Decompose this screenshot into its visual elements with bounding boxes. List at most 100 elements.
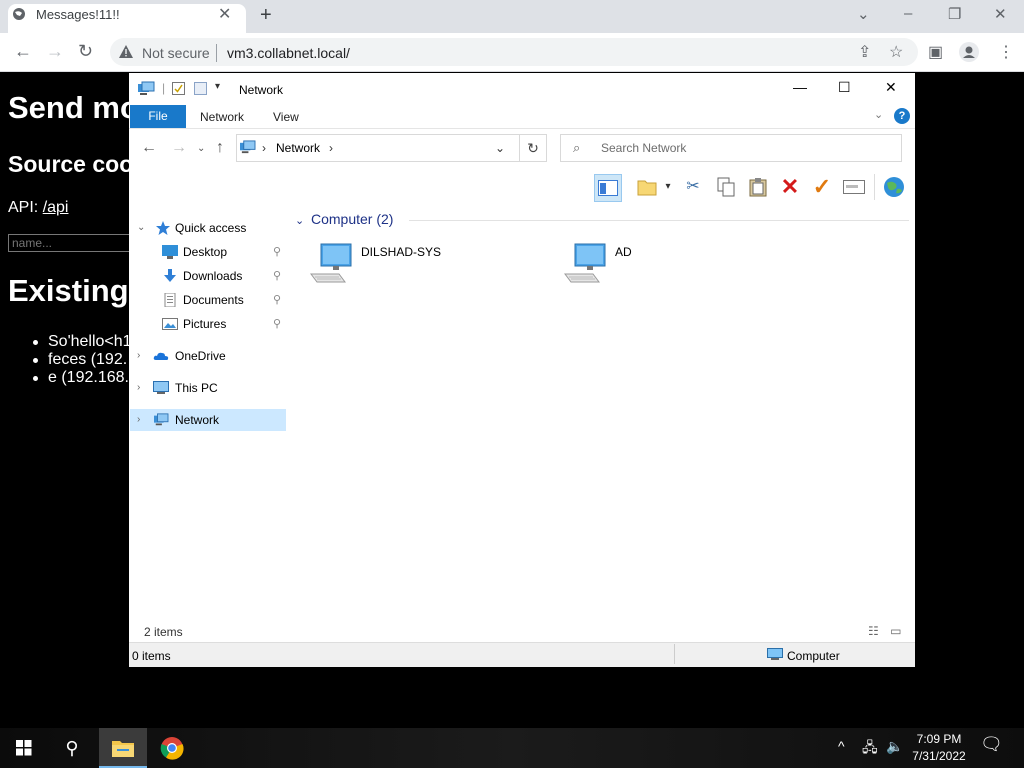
sidebar-item-desktop[interactable]: Desktop ⚲ [129, 241, 289, 263]
recent-locations-icon[interactable]: ⌄ [197, 143, 205, 154]
computer-icon [153, 381, 169, 394]
forward-icon[interactable]: → [46, 41, 64, 62]
help-icon[interactable]: ? [894, 108, 910, 124]
side-panel-icon[interactable]: ▣ [928, 42, 943, 62]
expand-chevron-icon[interactable]: › [137, 345, 140, 367]
sidebar-item-label: Network [175, 413, 220, 427]
breadcrumb-separator-icon[interactable]: › [262, 141, 266, 155]
maximize-icon[interactable]: ☐ [838, 79, 851, 96]
forward-icon[interactable]: → [171, 139, 187, 157]
group-header[interactable]: Computer (2) [311, 211, 393, 227]
breadcrumb-chevron-icon[interactable]: › [329, 141, 333, 155]
large-icons-view-icon[interactable]: ▭ [890, 624, 901, 638]
network-icon [154, 413, 169, 426]
back-icon[interactable]: ← [141, 139, 157, 157]
warning-icon[interactable] [118, 44, 134, 60]
star-icon [156, 221, 170, 235]
security-label[interactable]: Not secure [142, 45, 210, 61]
sidebar-item-label: This PC [175, 381, 218, 395]
titlebar-divider: | [162, 81, 166, 95]
computer-name: AD [615, 245, 632, 259]
network-icon [138, 81, 155, 95]
sidebar-item-label: Desktop [183, 245, 228, 259]
minimize-icon[interactable]: — [793, 79, 807, 95]
api-link[interactable]: /api [43, 199, 69, 216]
toolbar-divider [874, 174, 875, 200]
delete-icon[interactable]: ✕ [777, 174, 803, 200]
share-icon[interactable]: ⇪ [858, 42, 871, 62]
copy-icon[interactable] [713, 174, 739, 200]
globe-icon[interactable] [881, 174, 907, 200]
close-window-icon[interactable]: ✕ [994, 5, 1007, 23]
view-toggle: ☷ ▭ [868, 624, 901, 638]
breadcrumb[interactable]: Network [276, 141, 320, 155]
sidebar-item-downloads[interactable]: Downloads ⚲ [129, 265, 289, 287]
preview-pane-icon[interactable] [594, 174, 622, 202]
clock-date[interactable]: 7/31/2022 [910, 749, 968, 763]
back-icon[interactable]: ← [14, 41, 32, 62]
refresh-button[interactable]: ↻ [519, 134, 547, 162]
message-list: So'hello<h1 feces (192. e (192.168. [33, 333, 132, 387]
minimize-icon[interactable]: – [904, 5, 912, 22]
network-status-icon[interactable]: 🖧 [862, 737, 878, 761]
volume-icon[interactable]: 🔈 [886, 738, 903, 755]
cut-icon[interactable]: ✂ [680, 174, 706, 200]
address-dropdown-icon[interactable]: ⌄ [495, 141, 505, 155]
check-icon[interactable]: ✓ [809, 174, 835, 200]
customize-toolbar-icon[interactable]: ▾ [215, 81, 220, 92]
clock-time[interactable]: 7:09 PM [912, 732, 966, 746]
search-icon[interactable]: ⚲ [48, 728, 96, 768]
pin-icon[interactable]: ⚲ [273, 289, 281, 311]
sidebar-item-documents[interactable]: Documents ⚲ [129, 289, 289, 311]
sidebar-item-onedrive[interactable]: › OneDrive [129, 345, 289, 367]
pin-icon[interactable]: ⚲ [273, 313, 281, 335]
tab-network[interactable]: Network [200, 110, 244, 124]
notification-icon[interactable]: 🗨 [980, 734, 1003, 755]
items-count: 2 items [144, 625, 183, 639]
computer-icon [310, 243, 352, 283]
expand-chevron-icon[interactable]: ⌄ [137, 217, 145, 239]
restore-icon[interactable]: ❐ [948, 5, 961, 23]
tab-close-icon[interactable]: ✕ [218, 4, 231, 24]
taskbar-chrome[interactable] [148, 728, 196, 768]
close-icon[interactable]: ✕ [885, 79, 897, 96]
tab-file[interactable]: File [130, 105, 186, 128]
paste-icon[interactable] [745, 174, 771, 200]
tab-search-icon[interactable]: ⌄ [857, 5, 870, 23]
list-item[interactable]: AD [563, 243, 723, 285]
new-tab-button[interactable]: + [260, 4, 272, 27]
new-item-dropdown-icon[interactable]: ▾ [661, 174, 675, 200]
show-hidden-icons-icon[interactable]: ^ [838, 738, 845, 754]
pin-icon[interactable]: ⚲ [273, 265, 281, 287]
start-button[interactable] [0, 728, 48, 768]
taskbar-file-explorer[interactable] [99, 728, 147, 768]
new-folder-icon[interactable] [194, 82, 207, 95]
sidebar-item-quick-access[interactable]: ⌄ Quick access [129, 217, 289, 239]
download-arrow-icon [164, 269, 176, 282]
list-item: So'hello<h1 [33, 333, 132, 350]
rename-icon[interactable] [841, 174, 867, 200]
collapse-group-icon[interactable]: ⌄ [295, 214, 304, 227]
expand-chevron-icon[interactable]: › [137, 377, 140, 399]
menu-kebab-icon[interactable]: ⋮ [998, 42, 1014, 62]
new-item-icon[interactable] [634, 174, 660, 200]
name-input[interactable] [8, 234, 132, 252]
group-divider [409, 220, 909, 221]
list-item[interactable]: DILSHAD-SYS [309, 243, 469, 285]
sidebar-item-pictures[interactable]: Pictures ⚲ [129, 313, 289, 335]
ribbon-expand-icon[interactable]: ⌄ [874, 108, 883, 121]
pin-icon[interactable]: ⚲ [273, 241, 281, 263]
expand-chevron-icon[interactable]: › [137, 409, 140, 431]
tab-title: Messages!11!! [36, 7, 120, 22]
url-text[interactable]: vm3.collabnet.local/ [227, 45, 350, 61]
reload-icon[interactable]: ↻ [78, 41, 93, 62]
sidebar-item-this-pc[interactable]: › This PC [129, 377, 289, 399]
tab-view[interactable]: View [273, 110, 299, 124]
bookmark-star-icon[interactable]: ☆ [889, 42, 903, 62]
status-selected: 0 items [132, 649, 171, 663]
sidebar-item-network[interactable]: › Network [130, 409, 286, 431]
profile-avatar-icon[interactable] [959, 42, 979, 62]
details-view-icon[interactable]: ☷ [868, 624, 879, 638]
up-icon[interactable]: ↑ [216, 139, 224, 157]
properties-check-icon[interactable] [172, 82, 185, 95]
